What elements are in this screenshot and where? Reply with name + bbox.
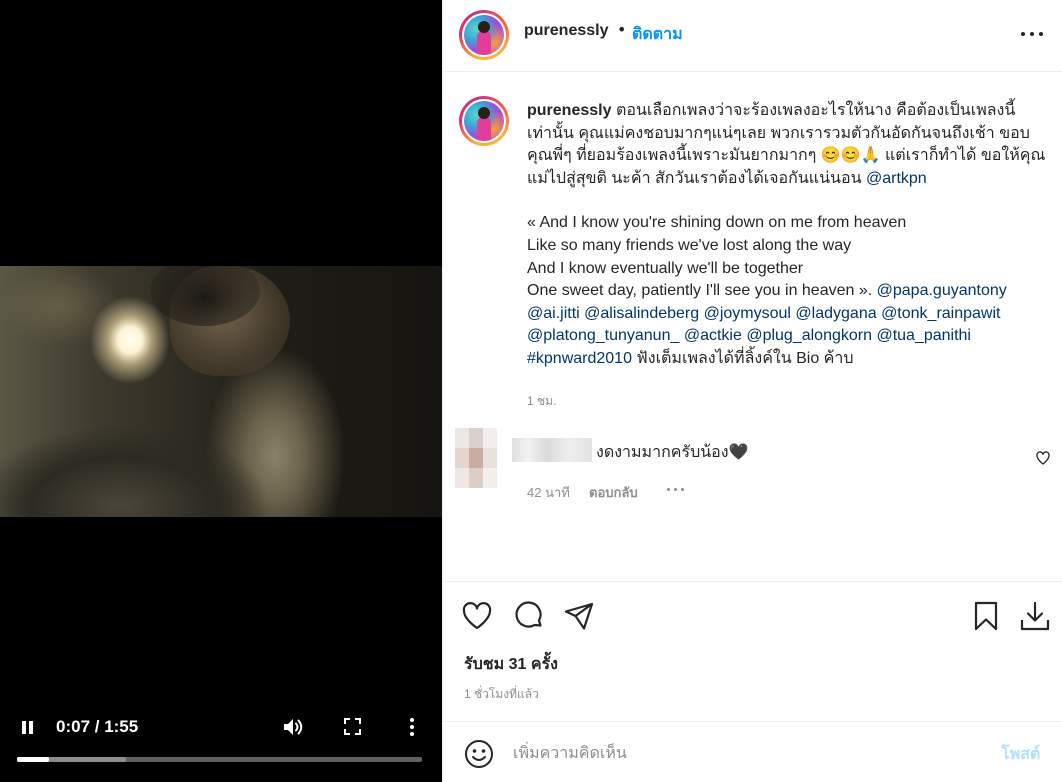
- more-horizontal-icon[interactable]: [1021, 32, 1043, 38]
- volume-icon[interactable]: [283, 717, 305, 737]
- post-timestamp[interactable]: 1 ชั่วโมงที่แล้ว: [464, 685, 539, 704]
- fullscreen-icon[interactable]: [344, 718, 361, 735]
- view-count[interactable]: รับชม 31 ครั้ง: [464, 652, 558, 677]
- post-comment-button[interactable]: โพสต์: [1001, 742, 1040, 767]
- mention-link[interactable]: @ladygana: [795, 305, 876, 322]
- video-controls: 0:07 / 1:55: [0, 708, 442, 782]
- caption-line: คุณพี่ๆ ที่ยอมร้องเพลงนี้เพราะมันยากมากๆ…: [527, 147, 1046, 165]
- lyrics-line: One sweet day, patiently I'll see you in…: [527, 282, 873, 300]
- comment-input[interactable]: [513, 736, 983, 772]
- reply-button[interactable]: ตอบกลับ: [589, 482, 638, 503]
- follow-button[interactable]: ติดตาม: [632, 22, 683, 47]
- pause-icon[interactable]: [20, 720, 36, 736]
- action-bar: รับชม 31 ครั้ง 1 ชั่วโมงที่แล้ว: [443, 581, 1062, 721]
- comment-username-blurred[interactable]: [512, 438, 592, 462]
- comment-heart-icon[interactable]: [1035, 450, 1051, 466]
- comment-item: งดงามมากครับน้อง🖤 42 นาที ตอบกลับ: [455, 426, 1055, 506]
- caption-line: ตอนเลือกเพลงว่าจะร้องเพลงอะไรให้นาง คือต…: [615, 102, 1016, 119]
- video-time: 0:07 / 1:55: [56, 717, 139, 736]
- download-icon[interactable]: [1019, 600, 1051, 632]
- comment-text: งดงามมากครับน้อง🖤: [596, 444, 749, 461]
- mention-link[interactable]: @joymysoul: [704, 305, 791, 322]
- caption-line: เท่านั้น คุณแม่คงชอบมากๆแน่ๆเลย พวกเรารว…: [527, 124, 1030, 142]
- comment-time[interactable]: 42 นาที: [527, 482, 570, 503]
- caption-text: purenessly ตอนเลือกเพลงว่าจะร้องเพลงอะไร…: [527, 100, 1055, 371]
- caption-time[interactable]: 1 ชม.: [527, 392, 556, 411]
- add-comment-bar: โพสต์: [443, 721, 1062, 782]
- mention-link[interactable]: @tua_panithi: [876, 327, 971, 344]
- video-frame[interactable]: [0, 266, 442, 517]
- heart-icon[interactable]: [461, 600, 493, 632]
- caption-avatar[interactable]: [459, 96, 509, 146]
- comment-more-icon[interactable]: [667, 488, 689, 492]
- mention-link[interactable]: @plug_alongkorn: [746, 327, 872, 344]
- video-singer-jacket: [0, 416, 300, 517]
- post-header: purenessly • ติดตาม: [443, 0, 1062, 72]
- mention-link[interactable]: @platong_tunyanun_: [527, 327, 679, 344]
- mention-link[interactable]: @actkie: [684, 327, 742, 344]
- lyrics-line: « And I know you're shining down on me f…: [527, 214, 907, 232]
- emoji-icon[interactable]: [464, 739, 494, 769]
- video-progress-fill: [17, 757, 50, 762]
- mention-link[interactable]: @artkpn: [866, 170, 927, 187]
- mention-link[interactable]: @tonk_rainpawit: [881, 305, 1000, 322]
- share-icon[interactable]: [563, 600, 595, 632]
- comment-avatar-blurred[interactable]: [455, 428, 497, 488]
- mention-link[interactable]: @ai.jitti: [527, 305, 580, 322]
- header-username[interactable]: purenessly: [524, 22, 608, 40]
- mention-link[interactable]: @alisalindeberg: [584, 305, 699, 322]
- more-vertical-icon[interactable]: [408, 717, 416, 737]
- caption-line: แม่ไปสู่สุขติ นะค้า สักวันเราต้องได้เจอก…: [527, 169, 862, 187]
- lyrics-line: And I know eventually we'll be together: [527, 259, 804, 277]
- header-separator: •: [617, 20, 627, 39]
- video-progress-bar[interactable]: [17, 757, 422, 762]
- video-player[interactable]: 0:07 / 1:55: [0, 0, 442, 782]
- lyrics-line: Like so many friends we've lost along th…: [527, 236, 852, 254]
- caption-tail: ฟังเต็มเพลงได้ที่ลิ้งค์ใน Bio ค้าบ: [636, 349, 854, 367]
- avatar[interactable]: [459, 10, 509, 60]
- post-panel: purenessly • ติดตาม purenessly ตอนเลือกเ…: [442, 0, 1062, 782]
- comment-icon[interactable]: [513, 600, 545, 632]
- bookmark-icon[interactable]: [970, 600, 1002, 632]
- mention-link[interactable]: @papa.guyantony: [877, 282, 1007, 299]
- caption-username[interactable]: purenessly: [527, 102, 611, 119]
- hashtag-link[interactable]: #kpnward2010: [527, 350, 632, 367]
